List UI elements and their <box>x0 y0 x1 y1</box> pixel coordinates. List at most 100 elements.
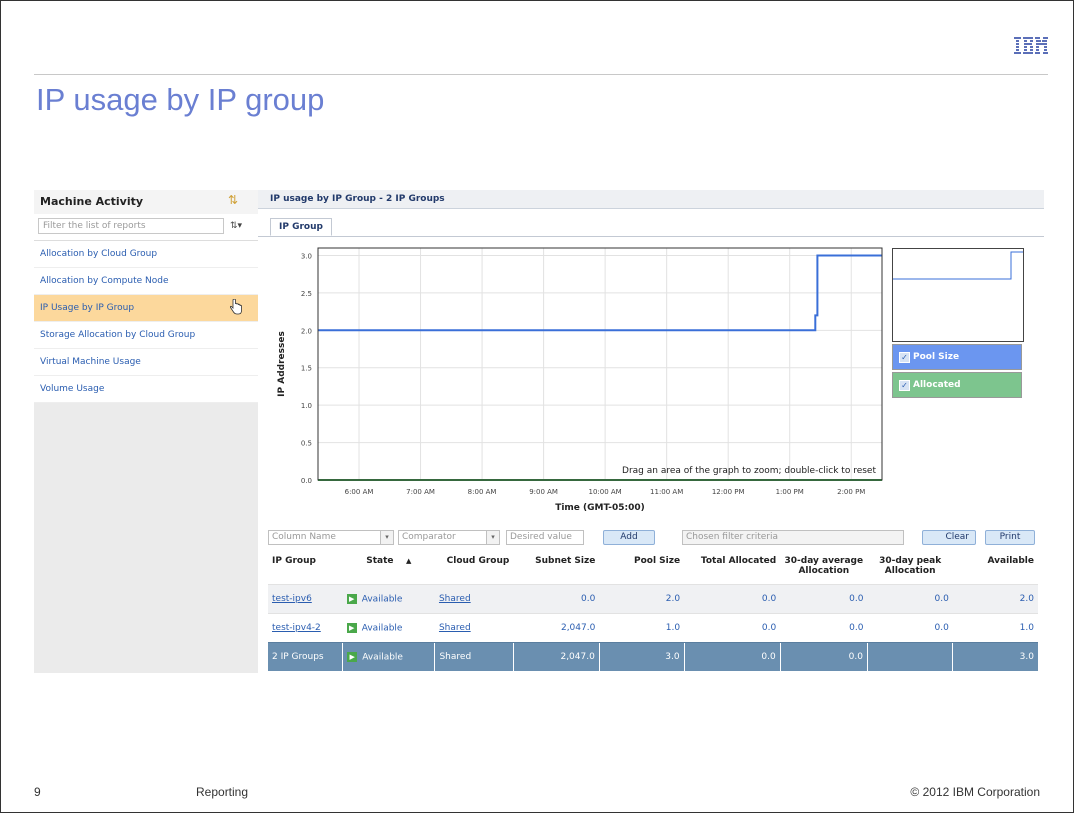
legend-label: Pool Size <box>913 352 960 362</box>
sidebar-item-volume-usage[interactable]: Volume Usage <box>34 376 258 403</box>
column-name-value: Column Name <box>272 532 336 542</box>
sidebar-item-label: Volume Usage <box>40 384 105 394</box>
checkbox-icon[interactable]: ✓ <box>899 352 910 363</box>
column-header-subnet-size[interactable]: Subnet Size <box>513 552 599 585</box>
legend-label: Allocated <box>913 380 961 390</box>
ip-group-cell: test-ipv4-2 <box>268 613 343 643</box>
subnet-size-cell: 2,047.0 <box>512 642 600 671</box>
chosen-criteria-field[interactable]: Chosen filter criteria <box>682 530 904 545</box>
column-header-total-allocated[interactable]: Total Allocated <box>684 552 780 585</box>
cloud-group-link[interactable]: Shared <box>439 594 471 604</box>
cloud-group-cell: Shared <box>434 584 514 614</box>
peak-allocation-cell: 0.0 <box>867 613 953 643</box>
y-tick-label: 2.0 <box>301 327 312 335</box>
state-text: Available <box>361 623 403 634</box>
slide-title: IP usage by IP group <box>36 82 325 117</box>
y-tick-labels: 0.0 0.5 1.0 1.5 2.0 2.5 3.0 <box>301 252 312 485</box>
table-row: test-ipv4-2 ▶ Available Shared 2,047.0 1.… <box>268 613 1038 643</box>
refresh-icon[interactable]: ⇅ <box>228 193 238 207</box>
x-tick-label: 11:00 AM <box>650 488 683 496</box>
ip-group-link[interactable]: test-ipv6 <box>272 594 312 604</box>
state-cell: ▶ Available <box>342 642 435 671</box>
sort-button[interactable]: ⇅▾ <box>230 220 242 231</box>
clear-button[interactable]: Clear <box>922 530 976 545</box>
ip-group-table: IP Group State ▲ Cloud Group Subnet Size… <box>268 552 1038 671</box>
sidebar-item-label: IP Usage by IP Group <box>40 303 135 313</box>
play-icon: ▶ <box>346 593 357 604</box>
x-tick-labels: 6:00 AM 7:00 AM 8:00 AM 9:00 AM 10:00 AM 11:0… <box>345 488 866 496</box>
sidebar-item-virtual-machine-usage[interactable]: Virtual Machine Usage <box>34 349 258 376</box>
table-total-row: 2 IP Groups ▶ Available Shared 2,047.0 3.… <box>268 642 1038 671</box>
column-header-available[interactable]: Available <box>953 552 1038 585</box>
x-axis-label: Time (GMT-05:00) <box>555 503 645 513</box>
available-cell: 3.0 <box>952 642 1038 671</box>
pool-size-cell: 1.0 <box>599 613 685 643</box>
state-text: Available <box>361 594 403 605</box>
x-tick-label: 12:00 PM <box>712 488 745 496</box>
column-header-pool-size[interactable]: Pool Size <box>599 552 684 585</box>
x-tick-label: 7:00 AM <box>406 488 435 496</box>
column-header-state[interactable]: State ▲ <box>343 552 435 585</box>
chevron-down-icon: ▾ <box>486 531 499 544</box>
cloud-group-cell: Shared <box>434 642 514 671</box>
x-tick-label: 2:00 PM <box>837 488 865 496</box>
chevron-down-icon: ▾ <box>380 531 393 544</box>
column-header-30-day-average[interactable]: 30-day average Allocation <box>780 552 867 585</box>
hand-cursor-icon <box>229 298 242 319</box>
cloud-group-link[interactable]: Shared <box>439 623 471 633</box>
avg-allocation-cell: 0.0 <box>779 642 868 671</box>
y-tick-label: 2.5 <box>301 290 312 298</box>
sidebar-item-allocation-by-cloud-group[interactable]: Allocation by Cloud Group <box>34 241 258 268</box>
x-tick-label: 10:00 AM <box>589 488 622 496</box>
peak-allocation-cell: 0.0 <box>867 584 953 614</box>
add-filter-button[interactable]: Add <box>603 530 655 545</box>
ip-group-link[interactable]: test-ipv4-2 <box>272 623 321 633</box>
state-cell: ▶ Available <box>342 613 435 643</box>
column-name-select[interactable]: Column Name ▾ <box>268 530 394 545</box>
footer-section: Reporting <box>196 785 249 799</box>
legend-allocated[interactable]: ✓ Allocated <box>892 372 1022 398</box>
reports-sidebar: Machine Activity ⇅ Filter the list of re… <box>34 190 258 673</box>
sidebar-item-storage-allocation[interactable]: Storage Allocation by Cloud Group <box>34 322 258 349</box>
ip-group-cell: 2 IP Groups <box>268 642 343 671</box>
column-header-30-day-peak[interactable]: 30-day peak Allocation <box>867 552 952 585</box>
desired-value-input[interactable]: Desired value <box>506 530 584 545</box>
subnet-size-cell: 0.0 <box>513 584 600 614</box>
sort-ascending-icon: ▲ <box>406 557 412 565</box>
column-header-cloud-group[interactable]: Cloud Group <box>435 552 513 585</box>
play-icon: ▶ <box>347 651 358 662</box>
title-divider <box>34 74 1048 75</box>
column-header-ip-group[interactable]: IP Group <box>268 552 343 585</box>
checkbox-icon[interactable]: ✓ <box>899 380 910 391</box>
total-allocated-cell: 0.0 <box>684 613 781 643</box>
y-tick-label: 1.5 <box>301 365 312 373</box>
report-panel: IP usage by IP Group - 2 IP Groups IP Gr… <box>258 190 1044 675</box>
print-button[interactable]: Print <box>985 530 1035 545</box>
column-header-label: State <box>366 556 394 566</box>
report-title: IP usage by IP Group - 2 IP Groups <box>270 194 445 204</box>
sidebar-item-ip-usage-by-ip-group[interactable]: IP Usage by IP Group <box>34 295 258 322</box>
filter-row: Filter the list of reports ⇅▾ <box>34 214 258 241</box>
sidebar-item-label: Allocation by Cloud Group <box>40 249 158 259</box>
report-filter-input[interactable]: Filter the list of reports <box>38 218 224 234</box>
state-text: Available <box>362 652 403 663</box>
legend-pool-size[interactable]: ✓ Pool Size <box>892 344 1022 370</box>
sidebar-item-label: Allocation by Compute Node <box>40 276 169 286</box>
ibm-logo <box>1014 36 1048 63</box>
x-tick-label: 8:00 AM <box>468 488 497 496</box>
sidebar-item-allocation-by-compute-node[interactable]: Allocation by Compute Node <box>34 268 258 295</box>
available-cell: 1.0 <box>952 613 1038 643</box>
x-tick-label: 6:00 AM <box>345 488 374 496</box>
tab-ip-group[interactable]: IP Group <box>270 218 332 236</box>
comparator-value: Comparator <box>402 532 456 542</box>
overview-svg <box>893 251 1023 280</box>
ibm-logo-mark <box>1014 37 1048 54</box>
comparator-select[interactable]: Comparator ▾ <box>398 530 500 545</box>
cloud-group-cell: Shared <box>434 613 514 643</box>
chart-overview[interactable] <box>892 248 1024 342</box>
usage-chart[interactable]: 0.0 0.5 1.0 1.5 2.0 2.5 3.0 6:00 AM 7:00 AM 8:00… <box>258 240 892 520</box>
overview-pool-line <box>893 251 1023 280</box>
y-tick-label: 1.0 <box>301 402 312 410</box>
ip-group-cell: test-ipv6 <box>268 584 343 614</box>
plot-frame <box>317 247 883 481</box>
